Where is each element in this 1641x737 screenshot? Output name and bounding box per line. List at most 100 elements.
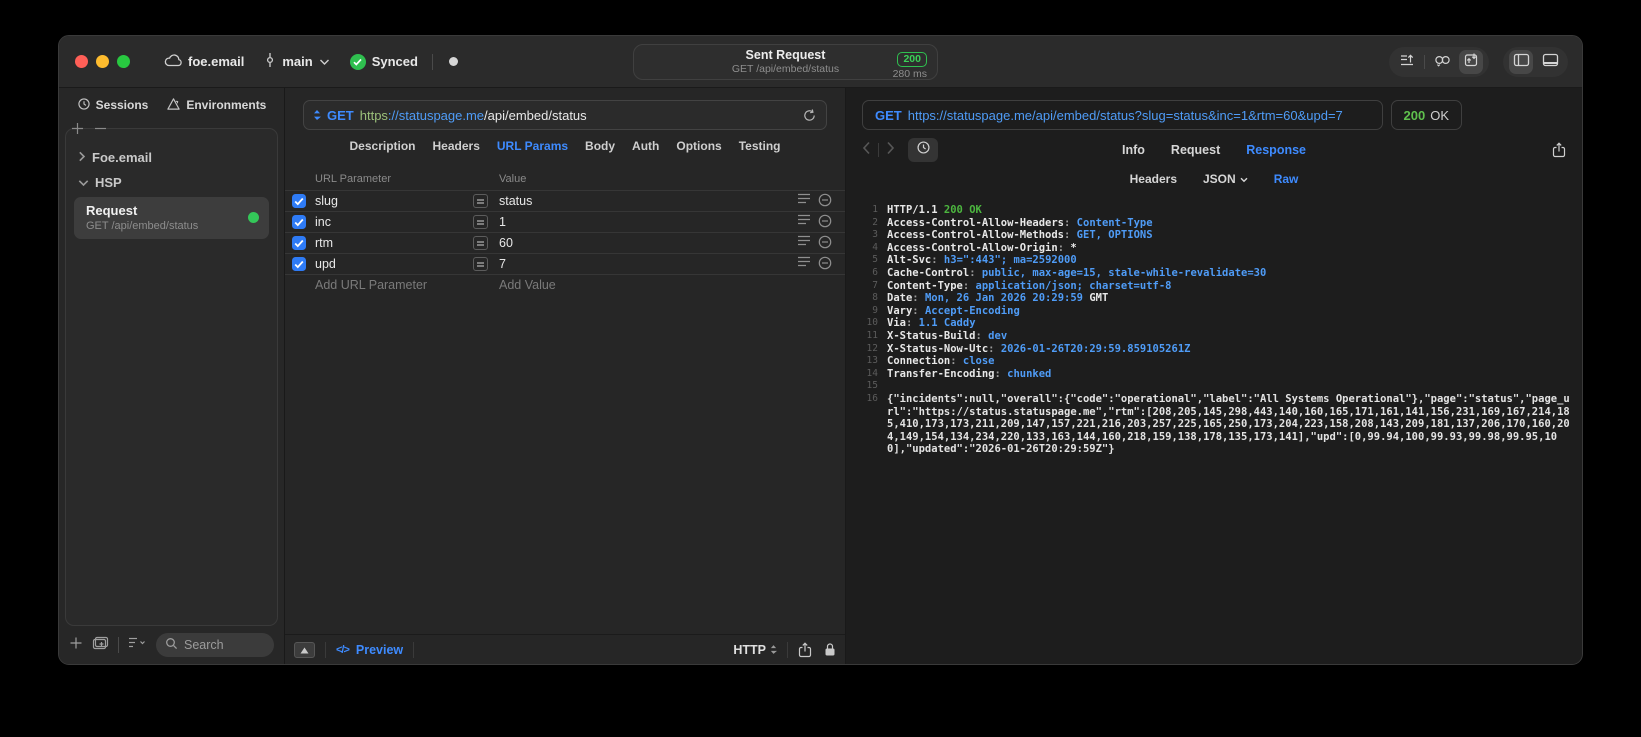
request-url-bar[interactable]: GET https://statuspage.me/api/embed/stat…	[303, 100, 827, 130]
close-window-button[interactable]	[75, 55, 88, 68]
preview-button[interactable]: </> Preview	[336, 643, 403, 657]
request-url[interactable]: https://statuspage.me/api/embed/status	[360, 108, 587, 123]
params-table: slug status inc 1 rtm 60 upd 7	[285, 190, 845, 274]
param-row: rtm 60	[285, 232, 845, 253]
response-tabs: Info Request Response	[846, 143, 1582, 157]
response-subtab-headers[interactable]: Headers	[1130, 172, 1177, 186]
search-input[interactable]: Search	[156, 633, 274, 657]
param-value[interactable]: 7	[499, 257, 789, 271]
reorder-icon[interactable]	[797, 193, 811, 210]
tree-group-foe-email[interactable]: Foe.email	[74, 145, 269, 170]
request-actions-group	[1389, 47, 1489, 77]
minimize-window-button[interactable]	[96, 55, 109, 68]
line-text: Via: 1.1 Caddy	[887, 317, 976, 330]
share-request-button[interactable]	[798, 641, 812, 658]
param-checkbox[interactable]	[292, 215, 306, 229]
param-name[interactable]: slug	[315, 194, 473, 208]
reorder-icon[interactable]	[797, 256, 811, 273]
code-line: 10 Via: 1.1 Caddy	[852, 317, 1570, 330]
tab-description[interactable]: Description	[350, 139, 416, 153]
tree-group-label: HSP	[95, 175, 122, 190]
response-url-bar[interactable]: GET https://statuspage.me/api/embed/stat…	[862, 100, 1383, 130]
sync-status[interactable]: Synced	[349, 53, 418, 70]
param-checkbox[interactable]	[292, 194, 306, 208]
add-param-value-placeholder[interactable]: Add Value	[499, 278, 789, 292]
response-subtab-json[interactable]: JSON	[1203, 172, 1248, 186]
request-method[interactable]: GET	[327, 108, 354, 123]
reorder-icon[interactable]	[797, 214, 811, 231]
param-name[interactable]: rtm	[315, 236, 473, 250]
param-value[interactable]: 60	[499, 236, 789, 250]
recording-dot[interactable]	[448, 57, 458, 66]
tab-body[interactable]: Body	[585, 139, 615, 153]
share-response-button[interactable]	[1552, 142, 1566, 158]
chevron-down-icon	[319, 54, 330, 69]
remove-row-icon[interactable]	[818, 256, 832, 273]
tab-url-params[interactable]: URL Params	[497, 139, 568, 153]
branch-menu[interactable]: main	[264, 52, 329, 71]
response-body[interactable]: 1 HTTP/1.1 200 OK 2 Access-Control-Allow-He…	[846, 192, 1582, 664]
sort-options-button[interactable]	[128, 636, 147, 654]
request-editor-footer: </> Preview HTTP	[285, 634, 845, 664]
line-text: Date: Mon, 26 Jan 2026 20:29:59 GMT	[887, 292, 1109, 305]
response-tab-info[interactable]: Info	[1122, 143, 1145, 157]
collapse-panel-button[interactable]	[294, 641, 315, 658]
remove-session-button[interactable]	[94, 122, 107, 134]
response-tab-request[interactable]: Request	[1171, 143, 1220, 157]
cloud-icon	[164, 53, 182, 70]
remove-row-icon[interactable]	[818, 193, 832, 210]
tab-auth[interactable]: Auth	[632, 139, 659, 153]
tab-options[interactable]: Options	[676, 139, 721, 153]
add-param-name-placeholder[interactable]: Add URL Parameter	[315, 278, 473, 292]
reorder-icon[interactable]	[797, 235, 811, 252]
sidebar-tab-sessions[interactable]: Sessions	[77, 97, 148, 114]
bottom-panel-icon	[1542, 53, 1559, 72]
line-number: 16	[866, 392, 878, 404]
request-list-item[interactable]: Request GET /api/embed/status	[74, 197, 269, 239]
param-value[interactable]: 1	[499, 215, 789, 229]
footer-divider2	[413, 641, 415, 658]
preview-label: Preview	[355, 642, 404, 657]
line-text: X-Status-Build: dev	[887, 329, 1008, 342]
footer-divider3	[787, 641, 788, 658]
add-session-button[interactable]	[71, 122, 84, 134]
line-number: 5	[872, 254, 878, 266]
param-checkbox[interactable]	[292, 257, 306, 271]
add-param-row[interactable]: Add URL Parameter Add Value	[285, 274, 845, 295]
response-subtab-raw[interactable]: Raw	[1274, 172, 1299, 186]
response-tab-response[interactable]: Response	[1246, 143, 1306, 157]
param-value[interactable]: status	[499, 194, 789, 208]
code-line: 14 Transfer-Encoding: chunked	[852, 368, 1570, 381]
tab-headers[interactable]: Headers	[433, 139, 480, 153]
toggle-sidebar-button[interactable]	[1509, 50, 1533, 74]
tree-group-hsp[interactable]: HSP	[74, 170, 269, 195]
zoom-window-button[interactable]	[117, 55, 130, 68]
import-window-icon	[1463, 52, 1479, 73]
remove-row-icon[interactable]	[818, 235, 832, 252]
branch-name: main	[282, 54, 313, 69]
remove-row-icon[interactable]	[818, 214, 832, 231]
sync-loop-button[interactable]	[1430, 50, 1454, 74]
import-window-button[interactable]	[1459, 50, 1483, 74]
response-status-badge: 200 OK	[1390, 100, 1462, 130]
param-name[interactable]: inc	[315, 215, 473, 229]
sync-label: Synced	[371, 54, 418, 69]
traffic-lights	[75, 55, 130, 68]
method-dropdown-icon[interactable]	[313, 109, 321, 121]
code-line: 12 X-Status-Now-Utc: 2026-01-26T20:29:59.…	[852, 343, 1570, 356]
add-request-button[interactable]	[69, 636, 83, 655]
sidebar-panel-icon	[1513, 53, 1530, 72]
add-folder-button[interactable]	[92, 636, 109, 655]
sidebar-tab-environments[interactable]: Environments	[166, 97, 266, 114]
tab-testing[interactable]: Testing	[739, 139, 781, 153]
param-checkbox[interactable]	[292, 236, 306, 250]
toggle-bottom-panel-button[interactable]	[1538, 50, 1562, 74]
export-list-button[interactable]	[1395, 50, 1419, 74]
format-select[interactable]: HTTP	[733, 643, 777, 657]
project-menu[interactable]: foe.email	[164, 53, 244, 70]
request-status-dot	[248, 212, 259, 223]
resend-request-button[interactable]	[802, 108, 817, 123]
line-text: HTTP/1.1 200 OK	[887, 204, 982, 216]
sent-request-summary[interactable]: Sent Request GET /api/embed/status 200 2…	[633, 44, 938, 80]
param-name[interactable]: upd	[315, 257, 473, 271]
